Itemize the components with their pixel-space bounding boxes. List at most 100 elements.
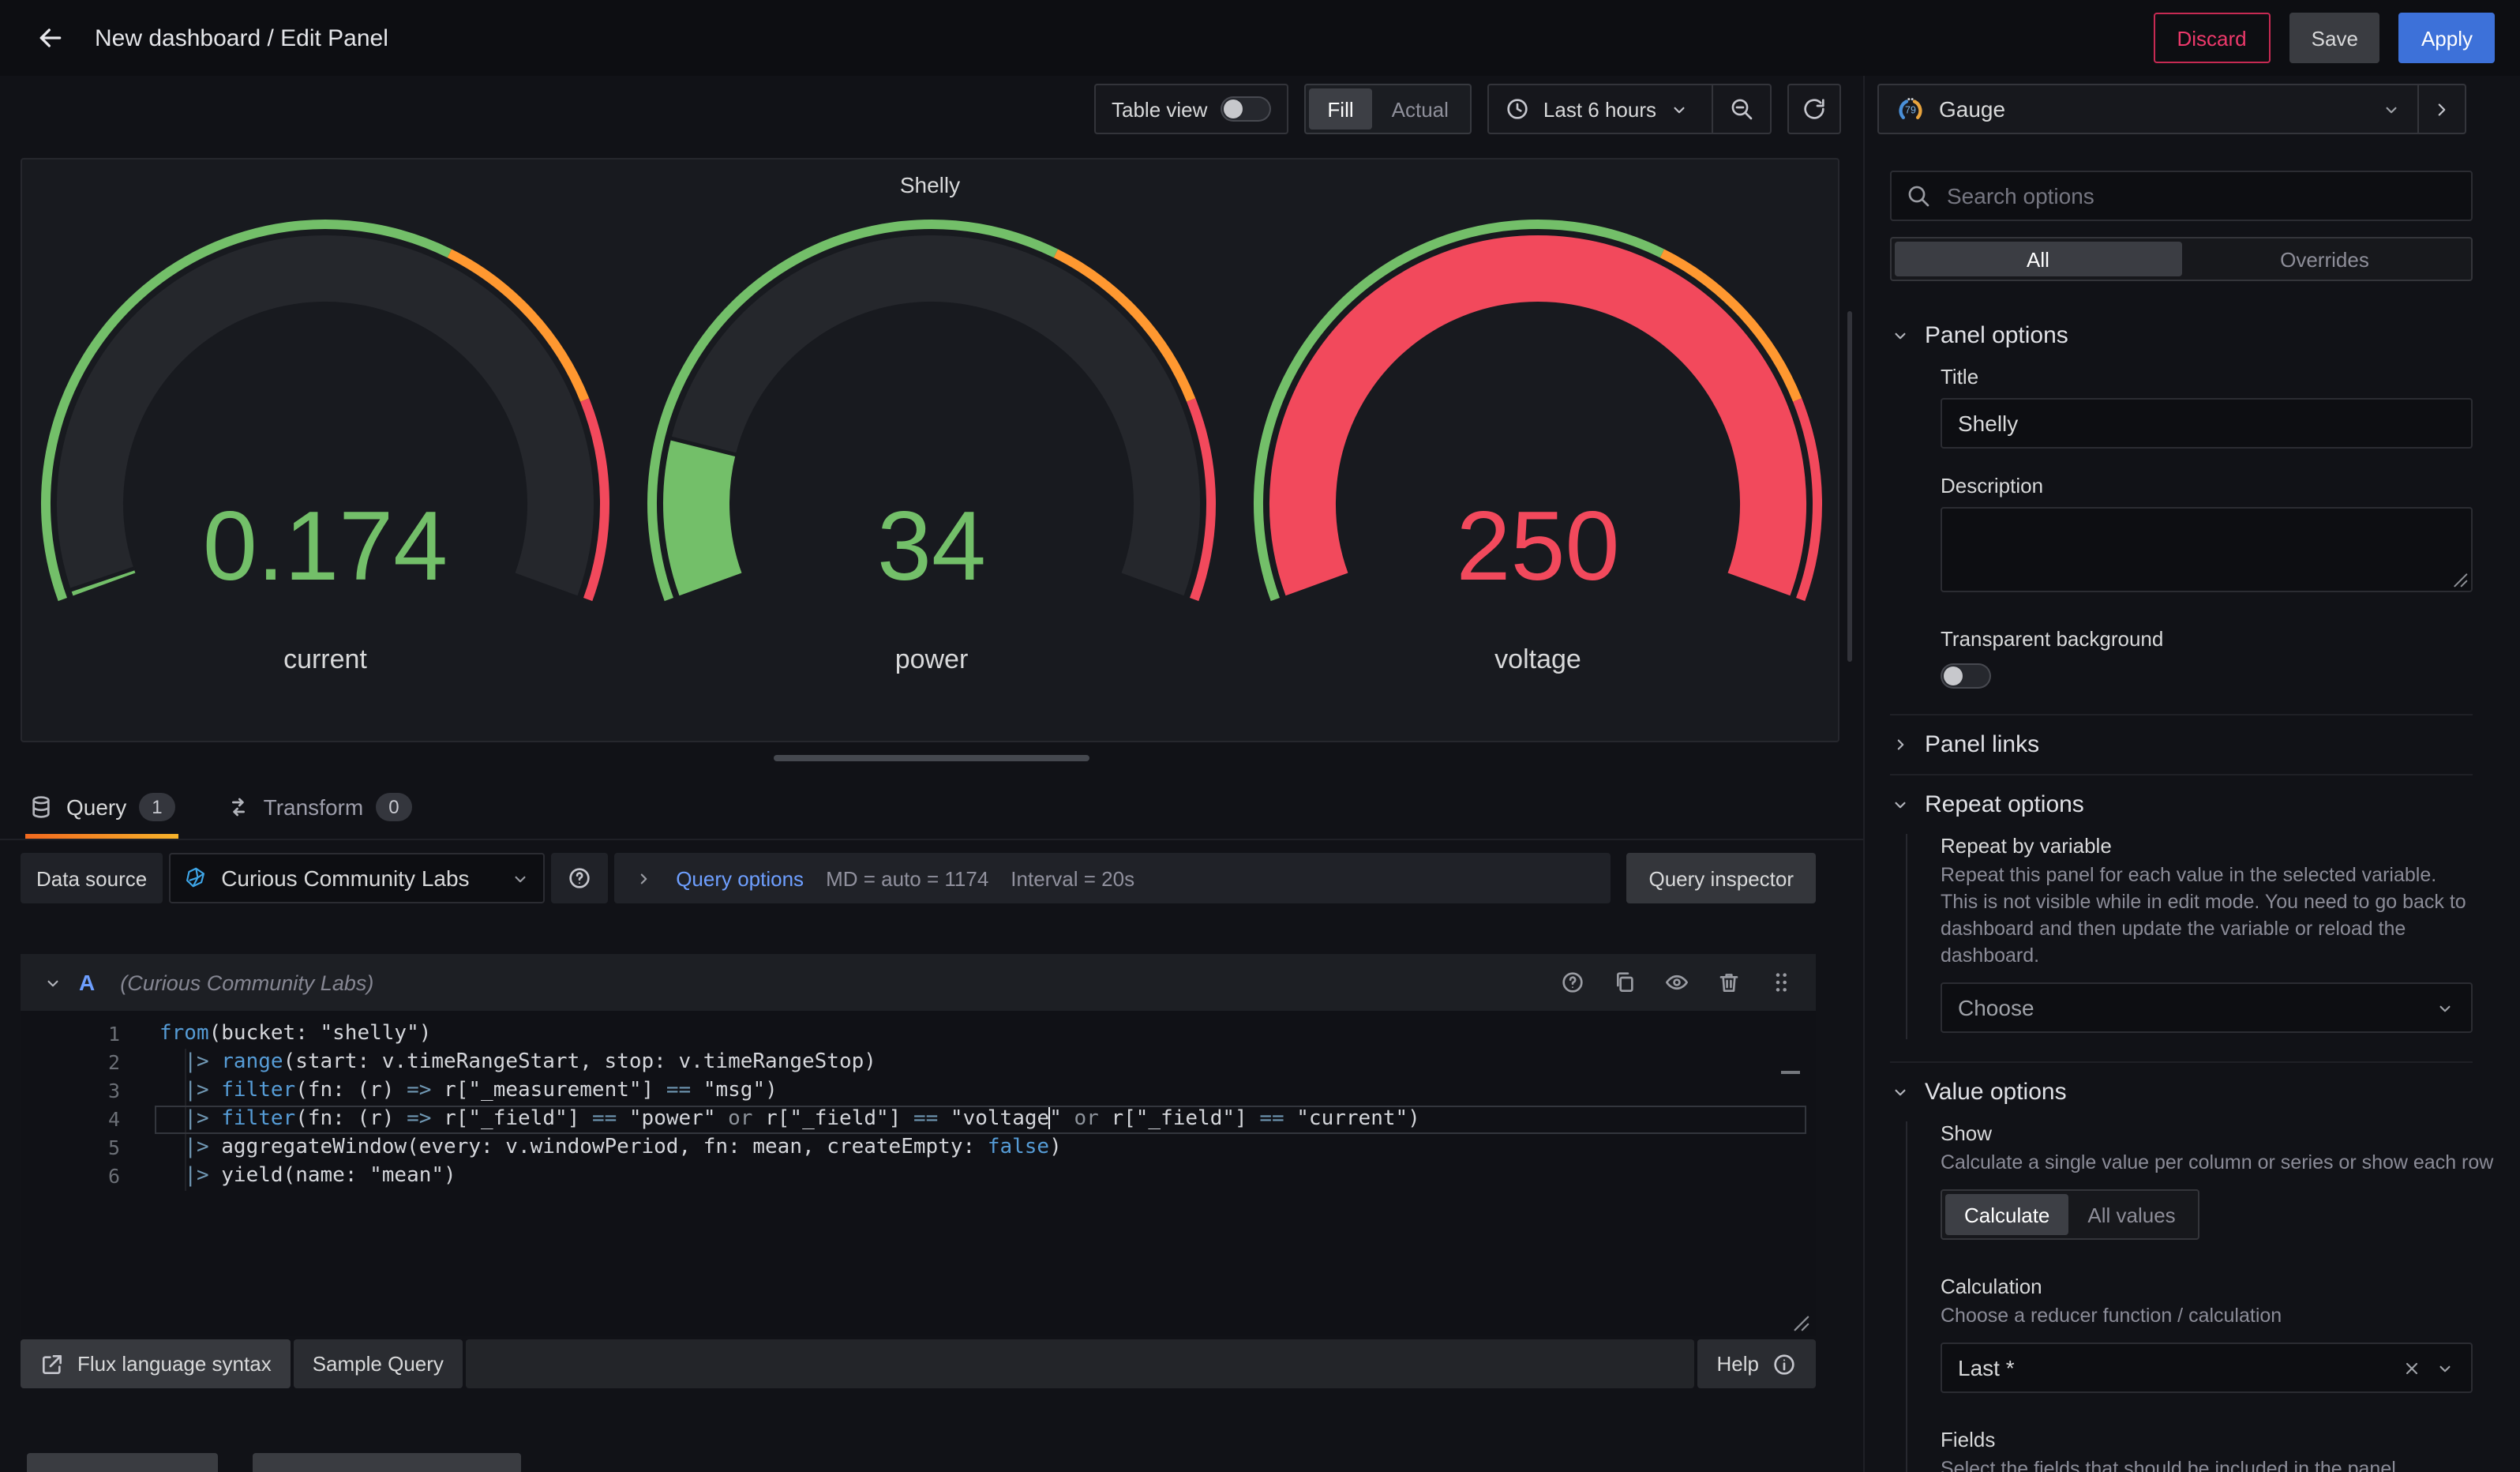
datasource-name: Curious Community Labs (221, 866, 497, 891)
repeat-variable-select[interactable]: Choose (1941, 982, 2473, 1033)
query-help-icon[interactable] (1560, 970, 1585, 995)
flux-code-editor[interactable]: 1from(bucket: "shelly")2 |> range(start:… (21, 1011, 1816, 1336)
code-line: 5 |> aggregateWindow(every: v.windowPeri… (21, 1134, 1816, 1162)
transparent-bg-label: Transparent background (1941, 627, 2473, 651)
description-textarea[interactable] (1941, 507, 2473, 592)
flux-syntax-label: Flux language syntax (77, 1352, 272, 1376)
datasource-label: Data source (21, 853, 163, 903)
time-picker[interactable]: Last 6 hours (1488, 84, 1772, 134)
gauge-title: voltage (1235, 644, 1841, 676)
repeat-description: Repeat this panel for each value in the … (1941, 862, 2473, 970)
repeat-options-title: Repeat options (1925, 791, 2084, 818)
transform-icon (226, 794, 251, 819)
viz-name: Gauge (1939, 96, 2368, 122)
refresh-button[interactable] (1787, 84, 1841, 134)
code-line: 3 |> filter(fn: (r) => r["_measurement"]… (21, 1077, 1816, 1106)
toggle-visibility-icon[interactable] (1664, 970, 1689, 995)
all-values-option[interactable]: All values (2068, 1194, 2194, 1235)
gauge-value: 0.174 (203, 492, 448, 601)
gauge-title: current (22, 644, 628, 676)
grafana-edit-panel: New dashboard / Edit Panel Discard Save … (0, 0, 2520, 1472)
datasource-picker[interactable]: Curious Community Labs (169, 853, 545, 903)
panel-links-header[interactable]: Panel links (1890, 715, 2473, 774)
query-datasource-hint: (Curious Community Labs) (120, 971, 1544, 994)
main-column: Table view Fill Actual Last 6 hours (0, 76, 1863, 1472)
options-search (1890, 171, 2473, 221)
code-line: 6 |> yield(name: "mean") (21, 1162, 1816, 1191)
discard-button[interactable]: Discard (2154, 13, 2271, 63)
sample-query-button[interactable]: Sample Query (294, 1339, 463, 1388)
panel-options-title: Panel options (1925, 322, 2068, 349)
collapse-options-button[interactable] (2417, 85, 2465, 133)
tab-transform-label: Transform (264, 794, 364, 819)
flux-syntax-link[interactable]: Flux language syntax (21, 1339, 291, 1388)
search-input[interactable] (1944, 182, 2457, 210)
transparent-bg-switch[interactable] (1941, 663, 1991, 689)
tab-overrides[interactable]: Overrides (2181, 242, 2468, 276)
help-button[interactable]: Help (1698, 1339, 1817, 1388)
textarea-resize-handle (2452, 572, 2468, 588)
panel-splitter (0, 742, 1863, 774)
calculation-select[interactable]: Last * (1941, 1342, 2473, 1393)
panel-toolbar: Table view Fill Actual Last 6 hours (0, 76, 1863, 142)
visualization-picker[interactable]: 79 Gauge (1877, 84, 2466, 134)
gauge-current: 0.174 current (22, 201, 628, 693)
arrow-left-icon (35, 22, 66, 54)
show-label: Show (1941, 1121, 2473, 1145)
delete-query-icon[interactable] (1716, 970, 1742, 995)
code-line: 4 |> filter(fn: (r) => r["_field"] == "p… (21, 1106, 1816, 1134)
main-scrollbar-thumb[interactable] (1847, 311, 1852, 662)
fields-label: Fields (1941, 1428, 2473, 1451)
save-button[interactable]: Save (2289, 13, 2380, 63)
query-inspector-button[interactable]: Query inspector (1626, 853, 1816, 903)
footer-spacer (466, 1339, 1695, 1388)
description-label: Description (1941, 474, 2473, 498)
gauge-value: 34 (877, 492, 986, 601)
fill-option[interactable]: Fill (1308, 88, 1372, 130)
chevron-right-icon (1890, 734, 1911, 755)
chevron-down-icon (2435, 997, 2455, 1018)
collapse-query-icon[interactable] (43, 972, 63, 993)
repeat-by-variable-label: Repeat by variable (1941, 834, 2473, 858)
partial-button[interactable] (253, 1453, 521, 1472)
gauge-voltage: 250 voltage (1235, 201, 1841, 693)
repeat-select-value: Choose (1958, 995, 2422, 1020)
code-line: 2 |> range(start: v.timeRangeStart, stop… (21, 1049, 1816, 1077)
chevron-down-icon (1890, 794, 1911, 815)
drag-handle-icon[interactable] (1768, 970, 1794, 995)
calculate-option[interactable]: Calculate (1945, 1194, 2068, 1235)
repeat-options-header[interactable]: Repeat options (1890, 775, 2473, 834)
partial-button[interactable] (27, 1453, 218, 1472)
editor-footer: Flux language syntax Sample Query Help (21, 1339, 1816, 1388)
editor-resize-handle[interactable] (1792, 1314, 1809, 1331)
page-title: New dashboard / Edit Panel (95, 24, 388, 51)
zoom-out-icon[interactable] (1729, 96, 1754, 122)
splitter-handle[interactable] (774, 755, 1089, 761)
chevron-right-icon (2432, 99, 2452, 119)
value-options-header[interactable]: Value options (1890, 1063, 2473, 1121)
clear-icon[interactable] (2402, 1357, 2422, 1378)
show-description: Calculate a single value per column or s… (1941, 1150, 2473, 1177)
table-view-toggle[interactable]: Table view (1094, 84, 1288, 134)
refresh-icon (1802, 96, 1827, 122)
table-view-switch[interactable] (1220, 96, 1270, 122)
back-button[interactable] (25, 13, 76, 63)
calculation-description: Choose a reducer function / calculation (1941, 1303, 2473, 1330)
gauge-value: 250 (1457, 492, 1620, 601)
datasource-help-button[interactable] (551, 853, 608, 903)
tab-transform[interactable]: Transform 0 (223, 774, 415, 839)
apply-button[interactable]: Apply (2399, 13, 2495, 63)
query-editor: A (Curious Community Labs) 1from(bucket:… (21, 954, 1816, 1388)
title-label: Title (1941, 365, 2473, 389)
gauge-title: power (628, 644, 1235, 676)
panel-options-header[interactable]: Panel options (1890, 306, 2473, 365)
interval: Interval = 20s (1011, 866, 1134, 890)
query-options-toggle[interactable]: Query options (676, 866, 804, 890)
svg-text:79: 79 (1905, 104, 1916, 115)
tab-all[interactable]: All (1895, 242, 2181, 276)
sample-query-label: Sample Query (313, 1352, 444, 1376)
actual-option[interactable]: Actual (1373, 88, 1468, 130)
duplicate-query-icon[interactable] (1612, 970, 1637, 995)
panel-title-input[interactable] (1941, 398, 2473, 449)
tab-query[interactable]: Query 1 (25, 774, 178, 839)
